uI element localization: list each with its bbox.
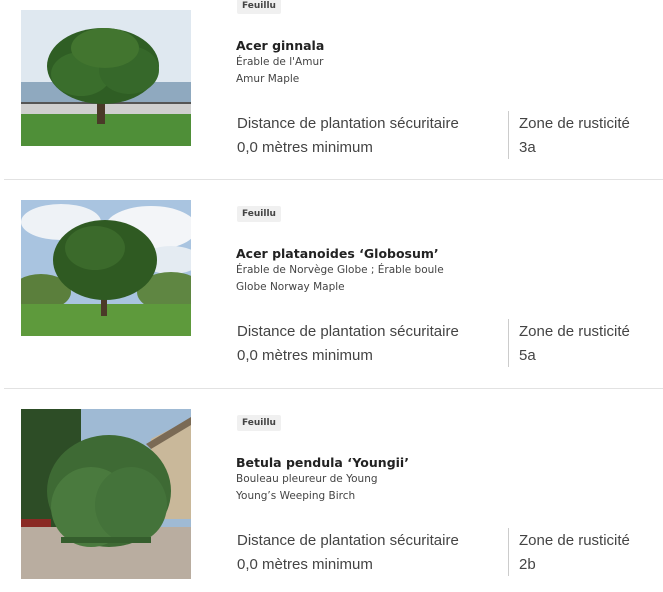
card-divider [4,179,663,180]
planting-distance-label: Distance de plantation sécuritaire [237,115,459,132]
planting-distance-label: Distance de plantation sécuritaire [237,323,459,340]
common-name-en: Young’s Weeping Birch [236,490,356,502]
tree-photo-acer-platanoides-globosum [21,200,191,336]
tree-list: Feuillu Acer ginnala Érable de l'Amur Am… [0,0,663,592]
tree-card[interactable]: Feuillu Betula pendula ‘Youngii’ Bouleau… [0,399,663,592]
metric-divider [508,111,509,159]
tree-photo[interactable] [21,200,191,336]
common-name-en: Amur Maple [236,73,300,85]
latin-name[interactable]: Acer platanoides ‘Globosum’ [236,246,439,261]
tree-photo[interactable] [21,10,191,146]
tree-photo[interactable] [21,409,191,579]
tree-photo-acer-ginnala [21,10,191,146]
common-name-fr: Érable de Norvège Globe ; Érable boule [236,264,444,276]
category-badge: Feuillu [237,415,281,431]
planting-distance-label: Distance de plantation sécuritaire [237,532,459,549]
planting-distance-value: 0,0 mètres minimum [237,556,373,573]
tree-photo-betula-pendula-youngii [21,409,191,579]
hardiness-zone-value: 2b [519,556,536,573]
hardiness-zone-value: 5a [519,347,536,364]
hardiness-zone-value: 3a [519,139,536,156]
category-badge: Feuillu [237,206,281,222]
common-name-fr: Bouleau pleureur de Young [236,473,378,485]
planting-distance-value: 0,0 mètres minimum [237,347,373,364]
planting-distance-value: 0,0 mètres minimum [237,139,373,156]
category-badge: Feuillu [237,0,281,14]
common-name-fr: Érable de l'Amur [236,56,324,68]
hardiness-zone-label: Zone de rusticité [519,323,630,340]
latin-name[interactable]: Acer ginnala [236,38,324,53]
metric-divider [508,319,509,367]
tree-card[interactable]: Feuillu Acer platanoides ‘Globosum’ Érab… [0,190,663,398]
hardiness-zone-label: Zone de rusticité [519,115,630,132]
hardiness-zone-label: Zone de rusticité [519,532,630,549]
card-divider [4,388,663,389]
tree-card[interactable]: Feuillu Acer ginnala Érable de l'Amur Am… [0,0,663,208]
metric-divider [508,528,509,576]
common-name-en: Globe Norway Maple [236,281,345,293]
latin-name[interactable]: Betula pendula ‘Youngii’ [236,455,409,470]
